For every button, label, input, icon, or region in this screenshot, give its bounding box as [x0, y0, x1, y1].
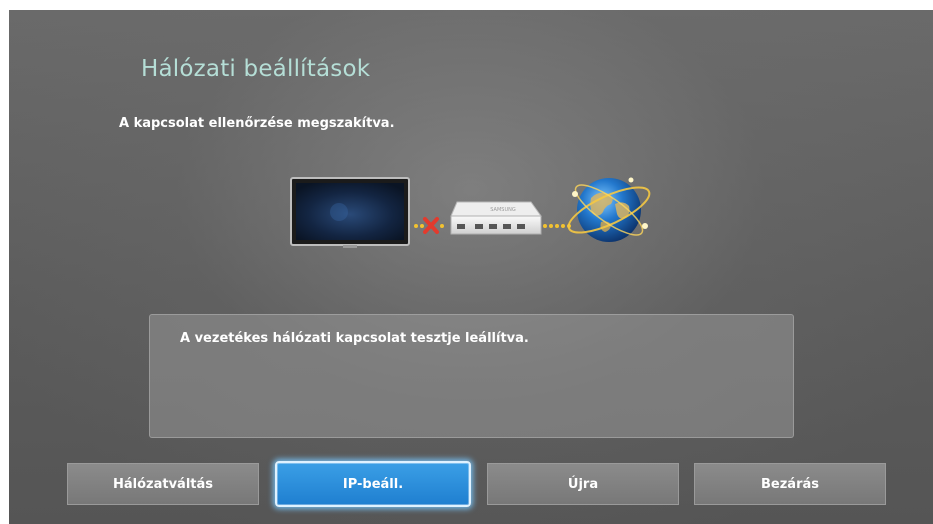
disconnected-link	[414, 217, 444, 234]
network-settings-screen: Hálózati beállítások A kapcsolat ellenőr…	[9, 10, 933, 524]
tv-icon	[290, 177, 410, 248]
network-switch-button[interactable]: Hálózatváltás	[67, 463, 259, 505]
close-button[interactable]: Bezárás	[694, 463, 886, 505]
ip-settings-button[interactable]: IP-beáll.	[275, 461, 471, 507]
info-message: A vezetékes hálózati kapcsolat tesztje l…	[180, 331, 529, 346]
connected-link	[543, 224, 571, 228]
retry-button[interactable]: Újra	[487, 463, 679, 505]
page-title: Hálózati beállítások	[141, 56, 371, 82]
router-brand-label: SAMSUNG	[490, 207, 516, 213]
router-icon: SAMSUNG	[450, 201, 542, 235]
info-panel: A vezetékes hálózati kapcsolat tesztje l…	[149, 314, 794, 438]
status-message: A kapcsolat ellenőrzése megszakítva.	[119, 116, 395, 131]
globe-icon	[567, 177, 651, 242]
error-x-icon	[423, 217, 439, 234]
connection-diagram: SAMSUNG	[290, 177, 651, 248]
